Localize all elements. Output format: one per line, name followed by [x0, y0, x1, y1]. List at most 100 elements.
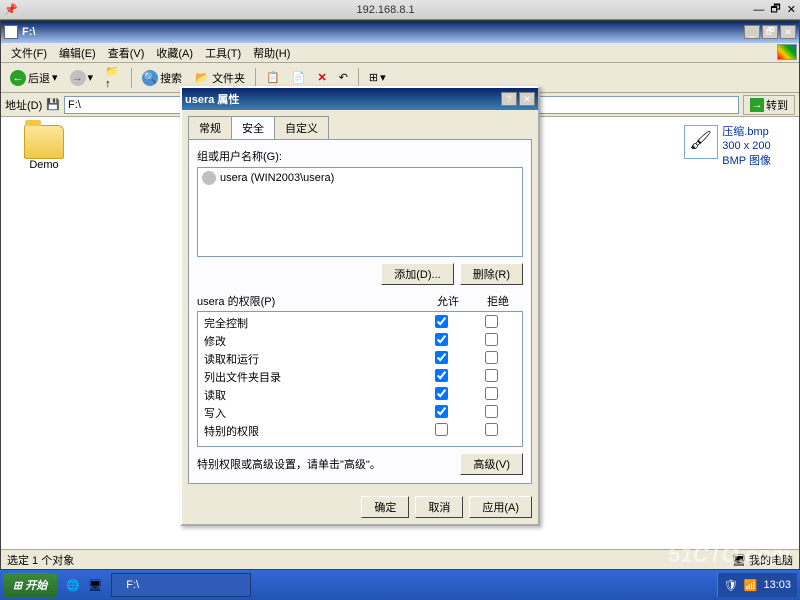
user-list[interactable]: usera (WIN2003\usera) — [197, 167, 523, 257]
menubar: 文件(F) 编辑(E) 查看(V) 收藏(A) 工具(T) 帮助(H) — [1, 43, 799, 63]
dialog-titlebar[interactable]: usera 属性 ? ✕ — [182, 88, 538, 110]
start-flag-icon: ⊞ — [13, 579, 22, 592]
deny-checkbox[interactable] — [485, 387, 498, 400]
cancel-button[interactable]: 取消 — [415, 496, 463, 518]
ql-ie[interactable]: 🌐 — [63, 575, 83, 595]
dialog-tabs: 常规 安全 自定义 — [182, 110, 538, 139]
allow-header: 允许 — [423, 293, 473, 309]
taskbar: ⊞ 开始 🌐 🖥 F:\ 🛡 📶 13:03 — [0, 570, 800, 600]
delete-icon: ✕ — [317, 71, 326, 84]
file-name: 压缩.bmp — [722, 125, 771, 139]
deny-checkbox[interactable] — [485, 369, 498, 382]
perm-name: 读取和运行 — [204, 351, 416, 367]
menu-file[interactable]: 文件(F) — [5, 43, 53, 63]
go-button[interactable]: → 转到 — [743, 95, 795, 115]
forward-button[interactable]: → ▾ — [65, 67, 99, 89]
minimize-button[interactable]: _ — [744, 25, 760, 39]
permission-row: 写入 — [200, 404, 520, 422]
menu-tools[interactable]: 工具(T) — [199, 43, 247, 63]
help-button[interactable]: ? — [501, 92, 517, 106]
pin-icon[interactable]: 📌 — [4, 3, 18, 16]
dialog-close-button[interactable]: ✕ — [519, 92, 535, 106]
allow-checkbox[interactable] — [435, 369, 448, 382]
permission-row: 列出文件夹目录 — [200, 368, 520, 386]
status-left: 选定 1 个对象 — [7, 552, 74, 568]
remove-button[interactable]: 删除(R) — [460, 263, 523, 285]
deny-checkbox[interactable] — [485, 315, 498, 328]
copy-icon: 📄 — [292, 71, 306, 84]
task-title: F:\ — [126, 579, 139, 591]
remote-title-bar: 📌 192.168.8.1 — 🗗 ✕ — [0, 0, 800, 20]
dialog-buttons: 确定 取消 应用(A) — [182, 490, 538, 524]
perm-name: 读取 — [204, 387, 416, 403]
advanced-button[interactable]: 高级(V) — [460, 453, 523, 475]
go-label: 转到 — [766, 97, 788, 113]
tab-general[interactable]: 常规 — [188, 116, 232, 139]
restore-icon[interactable]: 🗗 — [770, 0, 780, 19]
user-name: usera (WIN2003\usera) — [220, 172, 334, 184]
folders-label: 文件夹 — [212, 70, 245, 86]
menu-help[interactable]: 帮助(H) — [247, 43, 296, 63]
separator — [255, 68, 256, 88]
search-label: 搜索 — [160, 70, 182, 86]
menu-view[interactable]: 查看(V) — [102, 43, 151, 63]
windows-flag-icon — [777, 44, 797, 60]
tray-security-icon[interactable]: 🛡 — [724, 579, 738, 592]
clock: 13:03 — [763, 579, 791, 591]
ok-button[interactable]: 确定 — [361, 496, 409, 518]
back-button[interactable]: ← 后退 ▾ — [5, 67, 63, 89]
file-type: BMP 图像 — [722, 154, 771, 168]
allow-checkbox[interactable] — [435, 333, 448, 346]
apply-button[interactable]: 应用(A) — [469, 496, 532, 518]
add-button[interactable]: 添加(D)... — [381, 263, 453, 285]
close-icon[interactable]: ✕ — [787, 3, 796, 16]
start-button[interactable]: ⊞ 开始 — [3, 573, 57, 597]
permission-row: 完全控制 — [200, 314, 520, 332]
dialog-title: usera 属性 — [185, 91, 501, 107]
go-arrow-icon: → — [750, 98, 764, 112]
allow-checkbox[interactable] — [435, 405, 448, 418]
tab-custom[interactable]: 自定义 — [274, 116, 329, 139]
drive-small-icon: 💾 — [46, 98, 60, 111]
allow-checkbox[interactable] — [435, 387, 448, 400]
permissions-list[interactable]: 完全控制修改读取和运行列出文件夹目录读取写入特别的权限 — [197, 311, 523, 447]
address-label: 地址(D) — [5, 97, 42, 113]
menu-favorites[interactable]: 收藏(A) — [150, 43, 199, 63]
ql-desktop[interactable]: 🖥 — [85, 575, 105, 595]
separator — [358, 68, 359, 88]
deny-checkbox[interactable] — [485, 405, 498, 418]
folder-name: Demo — [29, 159, 58, 171]
perm-label: usera 的权限(P) — [197, 293, 423, 309]
tab-security[interactable]: 安全 — [231, 116, 275, 139]
maximize-button[interactable]: 🗗 — [762, 25, 778, 39]
close-button[interactable]: ✕ — [780, 25, 796, 39]
deny-checkbox[interactable] — [485, 423, 498, 436]
minimize-icon[interactable]: — — [753, 4, 764, 16]
user-row[interactable]: usera (WIN2003\usera) — [200, 170, 520, 186]
taskbar-task[interactable]: F:\ — [111, 573, 251, 597]
group-user-label: 组或用户名称(G): — [197, 148, 523, 164]
permission-row: 修改 — [200, 332, 520, 350]
explorer-title: F:\ — [22, 26, 744, 38]
menu-edit[interactable]: 编辑(E) — [53, 43, 102, 63]
allow-checkbox[interactable] — [435, 315, 448, 328]
deny-checkbox[interactable] — [485, 333, 498, 346]
tray-volume-icon[interactable]: 📶 — [744, 579, 758, 592]
up-button[interactable]: 📁↑ — [100, 67, 126, 89]
perm-name: 列出文件夹目录 — [204, 369, 416, 385]
folders-icon: 📂 — [194, 70, 210, 86]
connection-ip: 192.168.8.1 — [357, 4, 415, 16]
file-item[interactable]: 压缩.bmp 300 x 200 BMP 图像 — [684, 125, 771, 168]
properties-dialog: usera 属性 ? ✕ 常规 安全 自定义 组或用户名称(G): usera … — [180, 86, 540, 526]
deny-checkbox[interactable] — [485, 351, 498, 364]
perm-name: 完全控制 — [204, 315, 416, 331]
allow-checkbox[interactable] — [435, 351, 448, 364]
system-tray[interactable]: 🛡 📶 13:03 — [717, 573, 797, 597]
perm-name: 特别的权限 — [204, 423, 416, 439]
explorer-titlebar[interactable]: F:\ _ 🗗 ✕ — [1, 21, 799, 43]
watermark: 51CTO.com — [668, 542, 790, 568]
undo-icon: ↶ — [339, 71, 348, 84]
folder-item[interactable]: Demo — [9, 125, 79, 171]
allow-checkbox[interactable] — [435, 423, 448, 436]
bmp-file-icon — [684, 125, 718, 159]
